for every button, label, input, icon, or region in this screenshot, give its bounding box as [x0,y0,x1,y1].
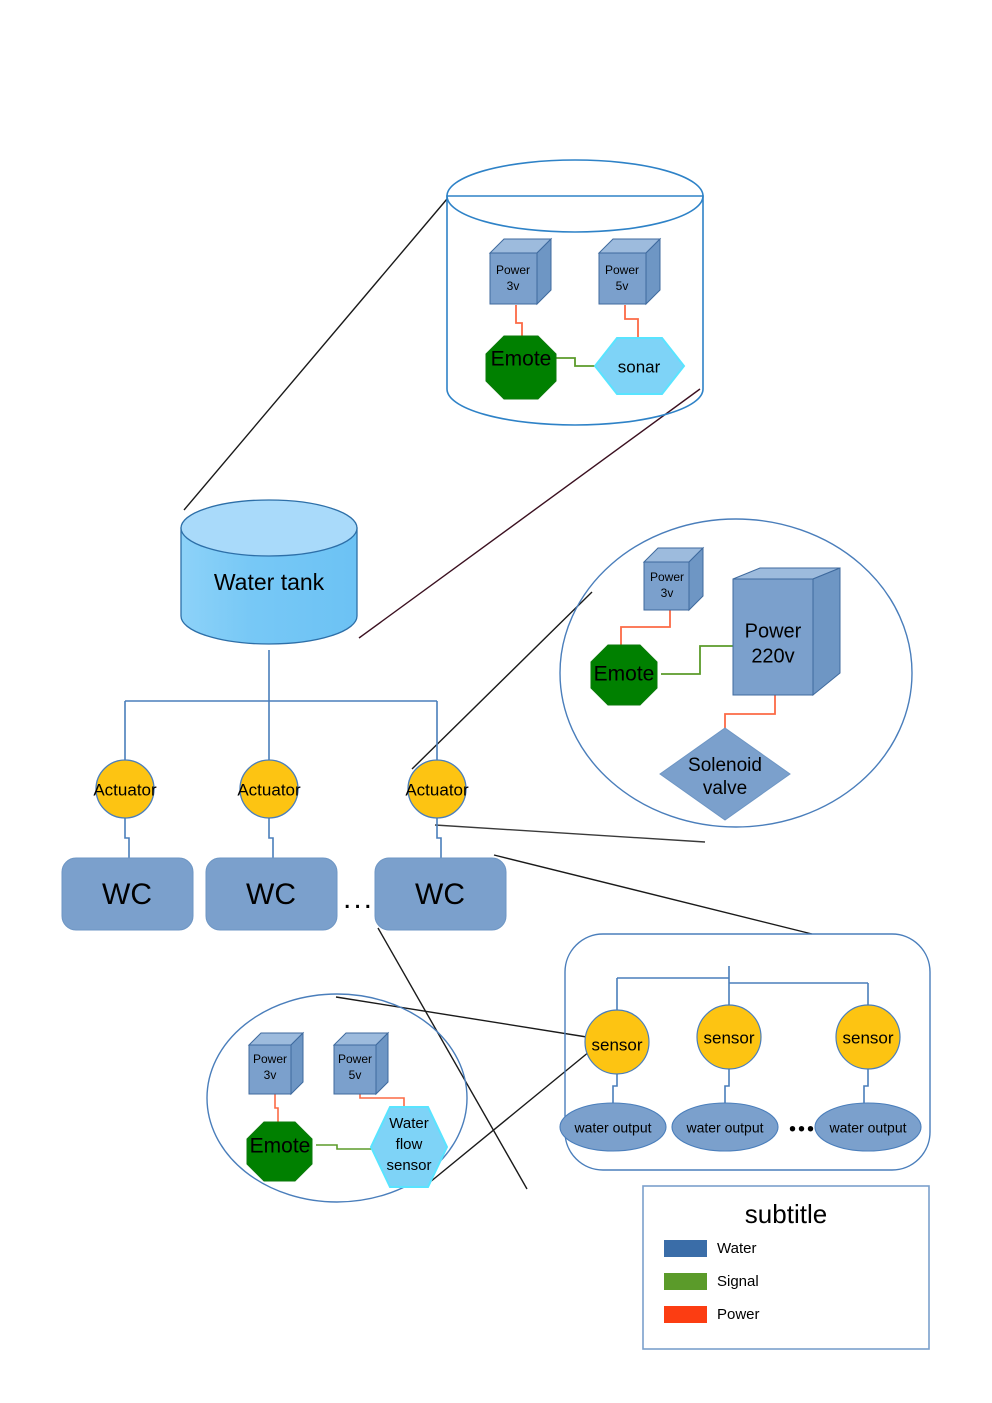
power-3v-label-line1: Power [253,1052,287,1066]
wire-power3v-emote [515,305,523,336]
flow-sensor-label-line3: sensor [386,1157,431,1174]
wire-power3v-emote [274,1094,279,1122]
power-3v-label-line1: Power [496,263,530,277]
power-3v-cube[interactable]: Power 3v [642,546,705,612]
power-220v-cube[interactable]: Power 220v [732,567,841,697]
leader-tank-top [183,198,448,511]
water-output-label: water output [685,1120,763,1136]
actuator-label: Actuator [405,780,469,799]
legend-title: subtitle [745,1199,827,1229]
emote-node[interactable]: Emote [485,335,557,400]
actuator-group-2[interactable]: Actuator [237,759,301,819]
wc-group-2[interactable]: WC [205,857,338,931]
tank-label: Water tank [214,569,325,595]
water-output-group-2[interactable]: water output [671,1102,779,1152]
power-3v-label-line2: 3v [661,586,674,600]
flow-sensor-label-line2: flow [396,1136,423,1153]
power-220v-label-line1: Power [745,620,802,642]
wire-power3v-emote [620,610,671,645]
legend-box[interactable]: subtitle Water Signal Power [642,1185,930,1350]
leader-actuator-top [411,591,593,770]
water-output-label: water output [573,1120,651,1136]
legend-swatch-signal [664,1273,707,1290]
sonar-label: sonar [618,357,661,376]
wc-group-3[interactable]: WC [374,857,507,931]
tank-top-ellipse [180,499,358,557]
wc-label: WC [415,878,465,911]
power-3v-label-line1: Power [650,570,684,584]
sensor-group-3[interactable]: sensor [835,1004,901,1070]
actuator-label: Actuator [237,780,301,799]
power-220v-label-line2: 220v [751,645,794,667]
wc-label: WC [102,878,152,911]
diagram-canvas: Water tank Actuator Actuator Actuator WC… [0,0,992,1403]
legend-label-signal: Signal [717,1273,759,1290]
legend-label-power: Power [717,1306,760,1323]
power-3v-label-line2: 3v [264,1068,277,1082]
emote-node[interactable]: Emote [590,644,658,706]
wire-emote-flowsensor [316,1144,375,1150]
water-output-label: water output [828,1120,906,1136]
power-5v-label-line1: Power [338,1052,372,1066]
power-3v-cube[interactable]: Power 3v [488,237,553,306]
leader-flow-top [335,996,594,1039]
system-diagram: Water tank Actuator Actuator Actuator WC… [61,159,931,1350]
power-3v-label-line2: 3v [507,279,520,293]
legend-label-water: Water [717,1240,756,1257]
solenoid-valve-node[interactable]: Solenoid valve [659,727,791,821]
cube-side-face [812,567,841,697]
main-water-pipes [124,650,442,858]
wire-emote-sonar [550,357,601,367]
leader-actuator-bottom [434,824,706,843]
wc-label: WC [246,878,296,911]
actuator-group-3[interactable]: Actuator [405,759,469,819]
wire-power5v-sonar [624,305,639,338]
valve-label-line1: Solenoid [688,755,762,776]
valve-label-line2: valve [703,778,747,799]
sonar-node[interactable]: sonar [593,337,686,395]
water-flow-sensor-node[interactable]: Water flow sensor [369,1106,449,1188]
sensor-label: sensor [591,1035,642,1054]
detail-outputs-callout[interactable]: sensor sensor sensor water output water … [559,933,931,1171]
pipe-act2-wc2 [268,818,274,858]
legend-swatch-water [664,1240,707,1257]
wire-emote-power220v [661,645,733,675]
actuator-group-1[interactable]: Actuator [93,759,157,819]
pipe-sensor3-out3 [863,1064,869,1104]
power-5v-cube[interactable]: Power 5v [332,1031,390,1096]
sensor-label: sensor [703,1028,754,1047]
power-5v-label-line1: Power [605,263,639,277]
wire-power220v-valve [724,695,776,728]
detail-tank-callout[interactable]: Power 3v Power 5v Emote sonar [446,159,704,426]
water-tank[interactable]: Water tank [180,499,358,645]
flow-sensor-label-line1: Water [389,1115,428,1132]
outputs-ellipsis: ••• [789,1118,816,1140]
emote-label: Emote [250,1135,311,1158]
pipe-act3-wc3 [436,818,442,858]
emote-label: Emote [594,663,655,686]
power-5v-label-line2: 5v [349,1068,362,1082]
power-5v-label-line2: 5v [616,279,629,293]
water-output-group-1[interactable]: water output [559,1102,667,1152]
sensor-group-2[interactable]: sensor [696,1004,762,1070]
power-5v-cube[interactable]: Power 5v [597,237,662,306]
legend-swatch-power [664,1306,707,1323]
detail-valve-callout[interactable]: Power 3v Emote Power 220v Solenoid valve [559,518,913,828]
sensor-group-1[interactable]: sensor [584,1009,650,1075]
leader-wc-top [493,854,813,935]
sensor-label: sensor [842,1028,893,1047]
detail-flow-callout[interactable]: Power 3v Power 5v Emote Water flow senso… [206,993,468,1203]
emote-node[interactable]: Emote [246,1121,313,1182]
actuator-label: Actuator [93,780,157,799]
wire-power5v-flowsensor [359,1094,405,1108]
wc-ellipsis: ... [343,882,374,915]
water-output-group-3[interactable]: water output [814,1102,922,1152]
pipe-sensor2-out2 [724,1064,730,1104]
emote-label: Emote [491,348,552,371]
power-3v-cube[interactable]: Power 3v [247,1031,305,1096]
wc-group-1[interactable]: WC [61,857,194,931]
pipe-act1-wc1 [124,818,130,858]
